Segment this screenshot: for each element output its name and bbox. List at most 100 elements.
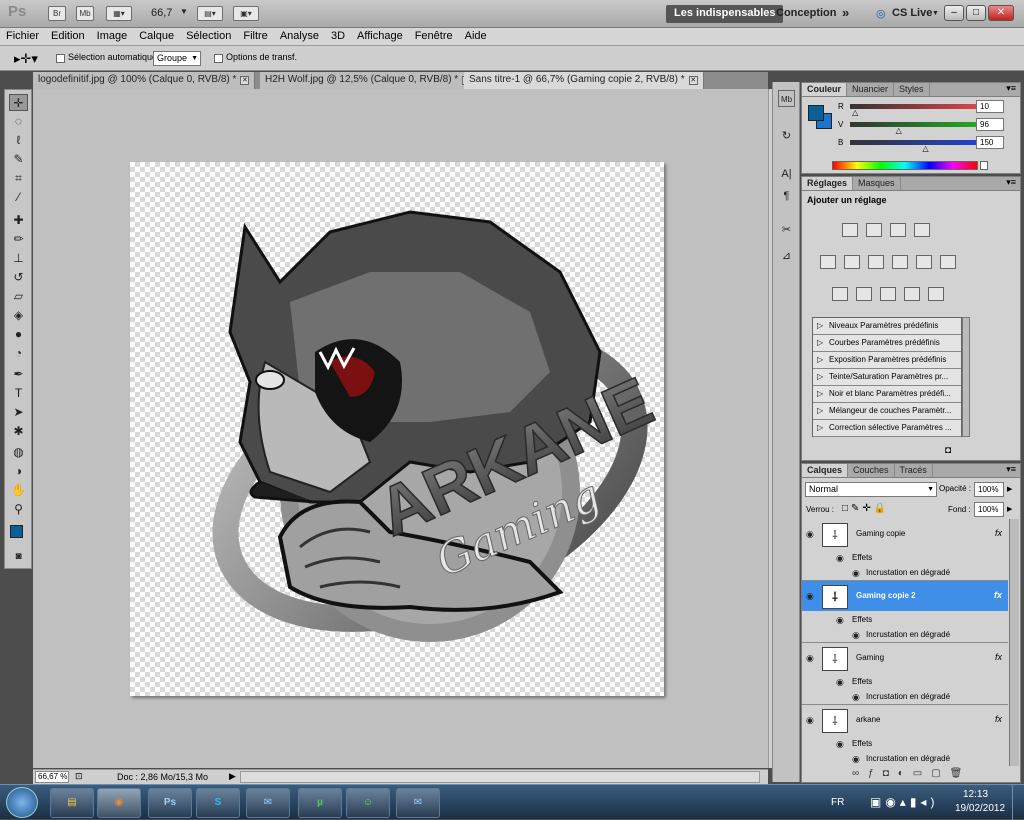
workspace-overflow-icon[interactable]: » [842, 5, 849, 20]
preset-noir-blanc[interactable]: Noir et blanc Paramètres prédéfi... [813, 386, 961, 403]
channel-r-value[interactable]: 10 [976, 100, 1004, 113]
vibrance-icon[interactable] [820, 255, 836, 269]
character-panel-icon[interactable]: A| [778, 166, 795, 183]
layer-row[interactable]: ◉ ⸸ Gaming fx ◉ Effets ◉ Incrustation en dégr… [802, 643, 1008, 705]
minimize-button[interactable]: – [944, 5, 964, 21]
eye-icon[interactable]: ◉ [806, 715, 814, 726]
tab-nuancier[interactable]: Nuancier [847, 83, 895, 96]
tab-styles[interactable]: Styles [894, 83, 930, 96]
layer-row[interactable]: ◉ ⸸ Gaming copie 2 fx ◉ Effets ◉ Incrustation… [802, 581, 1008, 643]
tab-masques[interactable]: Masques [853, 177, 901, 190]
presets-scrollbar[interactable] [962, 317, 970, 437]
chevron-right-icon[interactable]: ▶ [1007, 485, 1012, 493]
clock-time[interactable]: 12:13 [963, 789, 988, 800]
eye-icon[interactable]: ◉ [836, 739, 844, 750]
status-zoom-field[interactable]: 66,67 % [35, 771, 69, 783]
preset-exposition[interactable]: Exposition Paramètres prédéfinis [813, 352, 961, 369]
move-tool-icon[interactable]: ✛ [9, 94, 28, 111]
eye-icon[interactable]: ◉ [806, 653, 814, 664]
arrange-docs-icon[interactable]: ▤▾ [197, 6, 223, 21]
menu-selection[interactable]: Sélection [180, 28, 237, 42]
foreground-color-swatch[interactable] [10, 525, 23, 538]
menu-3d[interactable]: 3D [325, 28, 351, 42]
photoshop-icon[interactable]: Ps [148, 788, 192, 818]
panel-menu-icon[interactable]: ▾≡ [1006, 177, 1016, 188]
tab-logodefinitif[interactable]: logodefinitif.jpg @ 100% (Calque 0, RVB/… [33, 72, 256, 89]
layer-effect-item[interactable]: Incrustation en dégradé [866, 692, 950, 701]
levels-icon[interactable] [866, 223, 882, 237]
pen-tool-icon[interactable]: ✒ [9, 366, 28, 383]
threshold-icon[interactable] [880, 287, 896, 301]
messenger-icon[interactable]: ☺ [346, 788, 390, 818]
channel-v-value[interactable]: 96 [976, 118, 1004, 131]
slider-thumb-icon[interactable]: △ [923, 144, 929, 153]
menu-analyse[interactable]: Analyse [274, 28, 325, 42]
adjustment-footer-icon[interactable]: ◘ [945, 445, 951, 456]
layer-effect-item[interactable]: Incrustation en dégradé [866, 568, 950, 577]
language-indicator[interactable]: FR [831, 797, 844, 808]
opacity-field[interactable]: 100% [974, 482, 1004, 497]
hand-tool-icon[interactable]: ✋ [9, 482, 28, 499]
paint-bucket-tool-icon[interactable]: ◈ [9, 307, 28, 324]
clone-source-icon[interactable]: ⊿ [778, 248, 795, 265]
channel-b-slider[interactable] [850, 140, 978, 145]
layer-row[interactable]: ◉ ⸸ Gaming copie fx ◉ Effets ◉ Incrustation e… [802, 519, 1008, 581]
menu-calque[interactable]: Calque [133, 28, 180, 42]
curves-icon[interactable] [890, 223, 906, 237]
status-menu-arrow-icon[interactable]: ▶ [229, 771, 236, 782]
clock-date[interactable]: 19/02/2012 [955, 803, 1005, 814]
eye-icon[interactable]: ◉ [806, 529, 814, 540]
menu-fenetre[interactable]: Fenêtre [409, 28, 459, 42]
eyedropper-tool-icon[interactable]: ⁄ [9, 189, 28, 206]
paragraph-panel-icon[interactable]: ¶ [778, 188, 795, 205]
document-canvas[interactable]: ARKANE Gaming [130, 162, 665, 696]
workspace-design-button[interactable]: Conception [768, 5, 845, 23]
lock-icons[interactable]: □✎✛🔒 [842, 503, 889, 514]
layer-effect-item[interactable]: Incrustation en dégradé [866, 754, 950, 763]
eye-icon[interactable]: ◉ [836, 677, 844, 688]
close-tab-icon[interactable]: ✕ [240, 76, 250, 85]
thunderbird-icon[interactable]: ✉ [396, 788, 440, 818]
transform-controls-checkbox[interactable] [214, 54, 223, 63]
cslive-menu[interactable]: CS Live [892, 7, 932, 19]
foreground-color-swatch[interactable] [808, 105, 824, 121]
bridge-icon[interactable]: Br [48, 6, 66, 21]
tab-couches[interactable]: Couches [848, 464, 895, 477]
layer-fx-icon[interactable]: fx [995, 528, 1002, 538]
3d-rotate-tool-icon[interactable]: ◍ [9, 444, 28, 461]
channel-b-value[interactable]: 150 [976, 136, 1004, 149]
workspace-essentials-button[interactable]: Les indispensables [666, 5, 784, 23]
view-extras-icon[interactable]: ▦▾ [106, 6, 132, 21]
eye-icon[interactable]: ◉ [806, 591, 814, 602]
tab-h2h-wolf[interactable]: H2H Wolf.jpg @ 12,5% (Calque 0, RVB/8) *… [260, 72, 478, 89]
move-tool-preset-icon[interactable]: ▸✛▾ [14, 51, 38, 67]
eye-icon[interactable]: ◉ [836, 615, 844, 626]
layer-effect-item[interactable]: Incrustation en dégradé [866, 630, 950, 639]
channel-mixer-icon[interactable] [940, 255, 956, 269]
auto-select-dropdown[interactable]: Groupe ▼ [153, 51, 201, 66]
channel-r-slider[interactable] [850, 104, 978, 109]
dodge-tool-icon[interactable]: ◔ [9, 345, 28, 362]
brush-tool-icon[interactable]: ✏ [9, 231, 28, 248]
minibridge-panel-icon[interactable]: Mb [778, 90, 795, 107]
layer-fx-icon[interactable]: fx [995, 652, 1002, 662]
eye-icon[interactable]: ◉ [836, 553, 844, 564]
selective-color-icon[interactable] [928, 287, 944, 301]
zoom-tool-icon[interactable]: ⚲ [9, 501, 28, 518]
layer-fx-icon[interactable]: fx [995, 714, 1002, 724]
close-button[interactable]: ✕ [988, 5, 1014, 21]
channel-v-slider[interactable] [850, 122, 978, 127]
eye-icon[interactable]: ◉ [852, 692, 860, 703]
photo-filter-icon[interactable] [916, 255, 932, 269]
exposure-icon[interactable] [914, 223, 930, 237]
white-swatch[interactable] [980, 161, 988, 170]
history-panel-icon[interactable]: ↻ [778, 128, 795, 145]
utorrent-icon[interactable]: µ [298, 788, 342, 818]
brightness-contrast-icon[interactable] [842, 223, 858, 237]
layers-scrollbar[interactable] [1009, 519, 1019, 766]
chevron-down-icon[interactable]: ▼ [180, 7, 188, 16]
tab-traces[interactable]: Tracés [895, 464, 933, 477]
eye-icon[interactable]: ◉ [852, 630, 860, 641]
menu-edition[interactable]: Edition [45, 28, 91, 42]
hue-saturation-icon[interactable] [844, 255, 860, 269]
